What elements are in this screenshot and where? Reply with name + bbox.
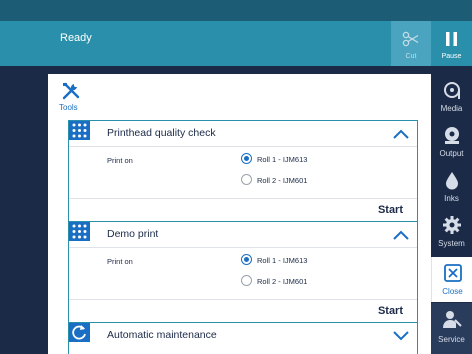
nav-close[interactable]: Close [431, 257, 472, 302]
cut-button[interactable]: Cut [391, 21, 431, 66]
pause-button[interactable]: Pause [431, 21, 472, 66]
status-text: Ready [60, 32, 92, 44]
card-automatic-maintenance: Automatic maintenance [68, 322, 418, 354]
start-button[interactable]: Start [378, 305, 403, 317]
cut-label: Cut [405, 53, 417, 60]
radio-roll-1[interactable] [241, 254, 252, 265]
card-title: Automatic maintenance [107, 329, 217, 341]
radio-roll-2[interactable] [241, 275, 252, 286]
card-footer: Start [69, 300, 417, 322]
nav-system[interactable]: System [431, 209, 472, 254]
card-title: Printhead quality check [107, 127, 216, 139]
media-icon [444, 82, 460, 99]
nav-service[interactable]: Service [431, 303, 472, 354]
printhead-icon [69, 222, 90, 241]
card-demo-print: Demo print Print on Roll 1 - IJM613 Roll… [68, 221, 418, 323]
card-header[interactable]: Printhead quality check [69, 121, 417, 147]
nav-service-label: Service [438, 335, 465, 344]
tools-panel: Tools Printhead quality check Print on R… [48, 74, 431, 354]
card-header[interactable]: Automatic maintenance [69, 323, 417, 349]
card-body: Print on Roll 1 - IJM613 Roll 2 - IJM601 [69, 147, 417, 199]
start-button[interactable]: Start [378, 204, 403, 216]
radio-roll-2[interactable] [241, 174, 252, 185]
chevron-up-icon[interactable] [393, 129, 409, 139]
nav-close-label: Close [442, 287, 463, 296]
ink-drop-icon [446, 172, 458, 190]
card-footer: Start [69, 199, 417, 221]
radio-roll-1-label: Roll 1 - IJM613 [257, 256, 308, 265]
nav-inks-label: Inks [444, 194, 459, 203]
chevron-down-icon[interactable] [393, 331, 409, 341]
print-on-label: Print on [107, 257, 133, 266]
right-nav: Media Output Inks System Close Service [431, 74, 472, 354]
pause-label: Pause [441, 53, 462, 60]
nav-media-label: Media [440, 104, 463, 113]
chevron-up-icon[interactable] [393, 230, 409, 240]
top-strip [0, 0, 472, 21]
close-icon [444, 264, 462, 282]
card-title: Demo print [107, 228, 159, 240]
nav-inks[interactable]: Inks [431, 164, 472, 209]
nav-output[interactable]: Output [431, 119, 472, 164]
card-printhead-quality-check: Printhead quality check Print on Roll 1 … [68, 120, 418, 222]
output-icon [445, 127, 459, 144]
print-on-label: Print on [107, 156, 133, 165]
status-bar: Ready Cut Pause [0, 21, 472, 66]
radio-roll-1-label: Roll 1 - IJM613 [257, 155, 308, 164]
radio-roll-2-label: Roll 2 - IJM601 [257, 176, 308, 185]
card-body: Print on Roll 1 - IJM613 Roll 2 - IJM601 [69, 248, 417, 300]
nav-system-label: System [438, 239, 465, 248]
printhead-icon [69, 121, 90, 140]
service-icon [443, 311, 462, 328]
pause-icon [446, 32, 457, 46]
tools-label: Tools [59, 103, 78, 112]
tools-icon [62, 82, 80, 100]
scissors-icon [402, 31, 419, 47]
gear-icon [443, 216, 461, 234]
nav-media[interactable]: Media [431, 74, 472, 119]
radio-roll-2-label: Roll 2 - IJM601 [257, 277, 308, 286]
card-header[interactable]: Demo print [69, 222, 417, 248]
nav-output-label: Output [439, 149, 464, 158]
refresh-icon [69, 323, 90, 342]
radio-roll-1[interactable] [241, 153, 252, 164]
